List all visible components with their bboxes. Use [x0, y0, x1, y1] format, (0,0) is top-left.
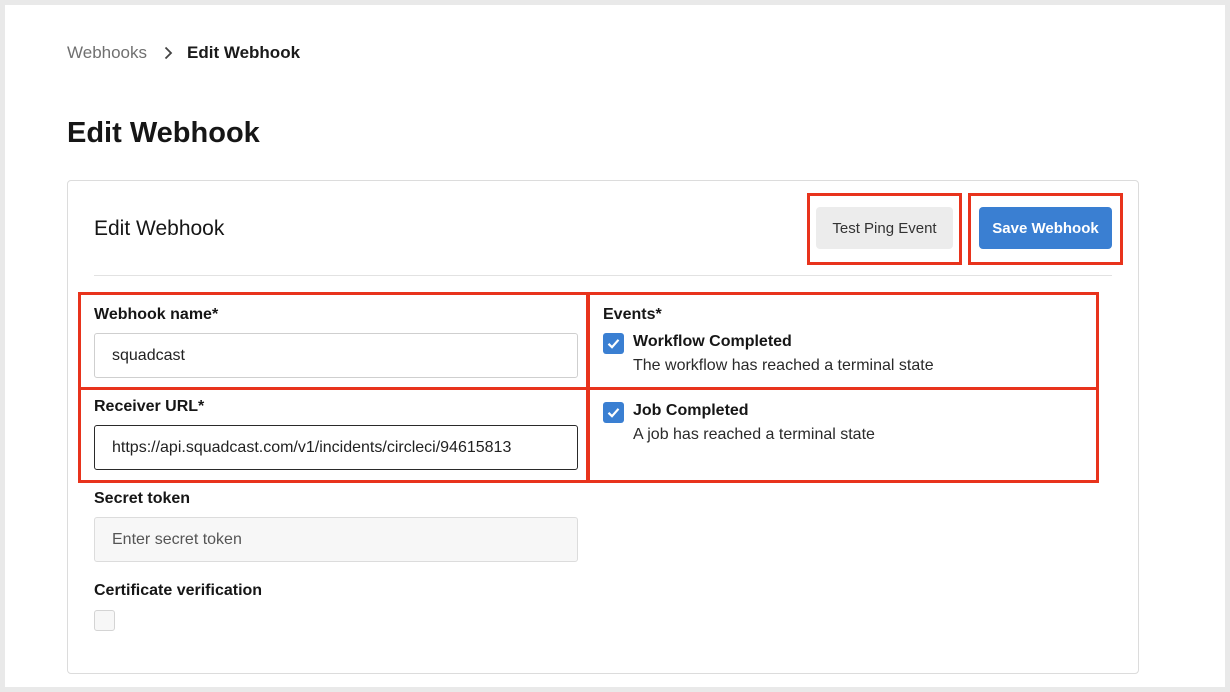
certificate-verification-checkbox[interactable] [94, 610, 115, 631]
page-title: Edit Webhook [67, 117, 260, 149]
checkmark-icon [607, 339, 620, 349]
job-completed-title: Job Completed [633, 402, 749, 419]
chevron-right-icon [164, 46, 173, 60]
workflow-completed-description: The workflow has reached a terminal stat… [633, 357, 934, 374]
divider [94, 275, 1112, 276]
secret-token-label: Secret token [94, 490, 191, 507]
certificate-verification-label: Certificate verification [94, 582, 263, 599]
secret-token-input[interactable] [94, 517, 578, 562]
job-completed-checkbox[interactable] [603, 402, 624, 423]
breadcrumb-webhooks-link[interactable]: Webhooks [67, 43, 147, 63]
workflow-completed-title: Workflow Completed [633, 333, 792, 350]
receiver-url-label: Receiver URL* [94, 398, 205, 415]
webhook-name-label: Webhook name* [94, 306, 219, 323]
checkmark-icon [607, 408, 620, 418]
events-label: Events* [603, 306, 662, 323]
edit-webhook-card: Edit Webhook Test Ping Event Save Webhoo… [67, 180, 1139, 674]
test-ping-event-button[interactable]: Test Ping Event [816, 207, 953, 249]
workflow-completed-checkbox[interactable] [603, 333, 624, 354]
job-completed-description: A job has reached a terminal state [633, 426, 875, 443]
page: Webhooks Edit Webhook Edit Webhook Edit … [5, 5, 1225, 687]
card-title: Edit Webhook [94, 217, 225, 240]
save-webhook-button[interactable]: Save Webhook [979, 207, 1112, 249]
receiver-url-input[interactable] [94, 425, 578, 470]
breadcrumb-current: Edit Webhook [187, 43, 301, 62]
breadcrumb: Webhooks Edit Webhook [67, 43, 300, 63]
webhook-name-input[interactable] [94, 333, 578, 378]
